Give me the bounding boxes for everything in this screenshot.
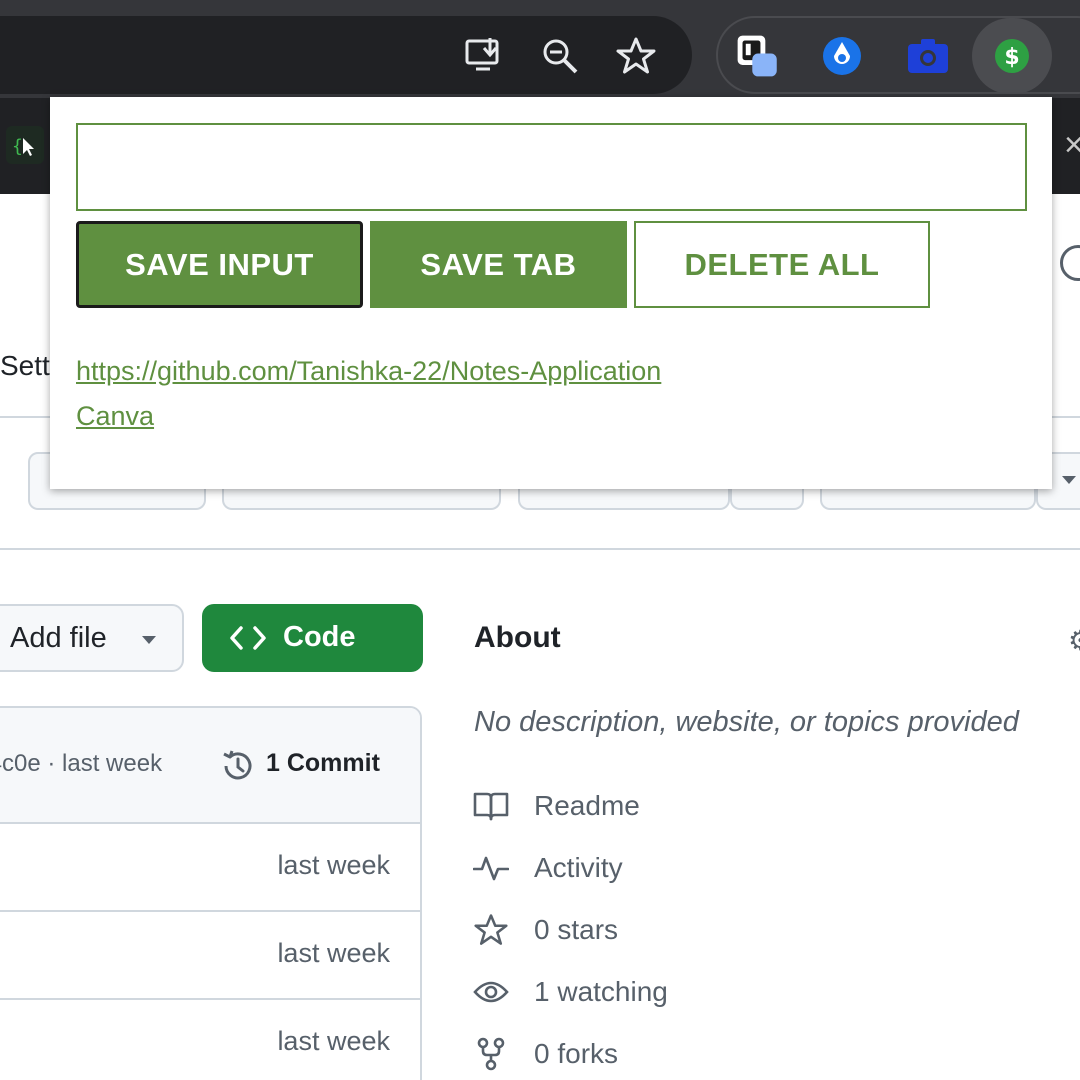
divider [0,548,1080,550]
chevron-down-icon [142,636,156,644]
last-modified: last week [277,938,390,968]
install-app-icon[interactable] [464,36,504,76]
last-modified: last week [277,850,390,880]
code-button[interactable]: Code [202,604,594,672]
star-icon [472,911,510,949]
zoom-icon[interactable] [540,36,580,76]
activity-label: Activity [534,852,623,883]
svg-text:$: $ [1004,45,1019,70]
about-heading: About [474,621,561,654]
extension-popup: SAVE INPUT SAVE TAB DELETE ALL https://g… [50,97,1052,489]
tab-favicon-icon[interactable]: { [6,126,44,164]
commits-link[interactable]: 1 Commit [266,749,380,778]
table-row[interactable]: last week [0,912,420,1000]
fork-icon [472,1035,510,1073]
about-description: No description, website, or topics provi… [474,706,1019,738]
watching-label: 1 watching [534,976,668,1007]
note-input[interactable] [76,123,1027,211]
stars-link[interactable]: 0 stars [472,910,618,950]
code-label: Code [283,621,356,653]
stars-label: 0 stars [534,914,619,945]
delete-all-button[interactable]: DELETE ALL [634,221,930,308]
gear-icon[interactable]: ⚙ [1068,624,1080,657]
forks-label: 0 forks [534,1038,619,1069]
latest-commit-bar: f4c0e · last week 1 Commit [0,708,420,824]
eye-icon [472,973,510,1011]
saved-link-canva[interactable]: Canva [76,401,154,432]
pulse-icon [472,849,510,887]
bookmark-star-icon[interactable] [616,36,656,76]
extension-drop-icon[interactable] [820,34,864,78]
browser-toolbar: $ [0,0,1080,98]
watching-link[interactable]: 1 watching [472,972,668,1012]
commit-hash[interactable]: f4c0e · last week [0,750,162,778]
chevron-down-icon [578,635,594,644]
activity-link[interactable]: Activity [472,848,623,888]
extension-tab-icon[interactable] [736,34,780,78]
last-modified: last week [277,1026,390,1056]
address-bar[interactable] [0,16,692,94]
readme-label: Readme [534,790,640,821]
table-row[interactable]: last week [0,824,420,912]
settings-tab-fragment[interactable]: Sett [0,350,50,382]
forks-link[interactable]: 0 forks [472,1034,618,1074]
extension-camera-icon[interactable] [906,34,950,78]
save-tab-button[interactable]: SAVE TAB [370,221,627,308]
readme-link[interactable]: Readme [472,786,640,826]
saved-link-github[interactable]: https://github.com/Tanishka-22/Notes-App… [76,356,661,387]
file-list: f4c0e · last week 1 Commit last week las… [0,706,422,1080]
add-file-label: Add file [10,621,107,654]
save-input-button[interactable]: SAVE INPUT [76,221,363,308]
extension-dollar-icon[interactable]: $ [990,34,1034,78]
table-row[interactable]: last week [0,1000,420,1080]
svg-text:{: { [12,136,23,157]
add-file-button[interactable]: Add file [0,604,184,672]
history-icon [223,750,252,780]
tab-close-button[interactable]: × [1064,126,1080,164]
book-icon [472,787,510,825]
screen: $ { × Sett Add file Code f4c0e · last we… [0,0,1080,1080]
code-icon [230,626,266,650]
